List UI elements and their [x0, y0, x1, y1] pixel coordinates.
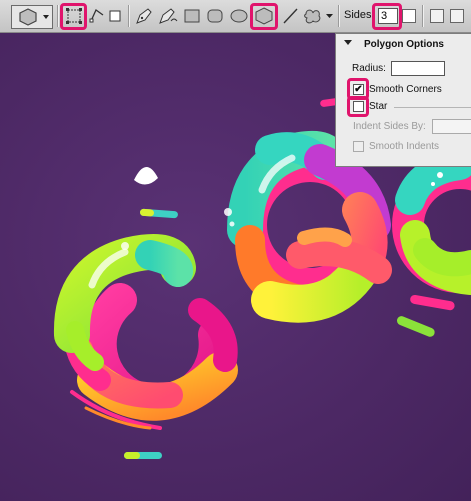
polygon-tool-highlight: [250, 3, 278, 30]
star-section-divider: [394, 107, 471, 108]
shape-layers-highlight: [60, 3, 87, 30]
dash-shape: [396, 316, 435, 337]
polygon-options-panel: Polygon Options Radius: ✔ Smooth Corners…: [335, 33, 471, 167]
sides-highlight: [372, 3, 402, 30]
star-label: Star: [369, 101, 388, 112]
smooth-indents-label: Smooth Indents: [369, 141, 440, 152]
paths-icon[interactable]: [87, 6, 107, 26]
sides-label: Sides:: [344, 9, 375, 21]
dash-shape: [410, 294, 455, 311]
radius-label: Radius:: [352, 63, 386, 74]
color-swatch[interactable]: [402, 9, 416, 23]
polygon-options-title: Polygon Options: [364, 39, 444, 50]
right-ring-shape: [392, 150, 471, 295]
white-triangle-shape: [134, 166, 158, 185]
middle-ring-shape: [224, 130, 392, 323]
combine-shape-button[interactable]: [430, 9, 444, 23]
options-toolbar: Sides: 3: [0, 0, 471, 33]
indent-sides-input[interactable]: [432, 119, 471, 134]
polygon-preset-icon: [19, 8, 37, 26]
freeform-pen-icon[interactable]: [157, 6, 179, 26]
tool-preset-picker[interactable]: [11, 5, 53, 29]
chevron-down-icon: [43, 15, 49, 19]
custom-shape-icon[interactable]: [302, 6, 324, 26]
toolbar-separator: [57, 5, 59, 27]
pen-icon[interactable]: [134, 6, 154, 26]
toolbar-separator: [422, 5, 424, 27]
left-ring-shape: [53, 234, 238, 421]
star-highlight: [347, 96, 369, 117]
shape-options-chevron-icon[interactable]: [325, 6, 335, 26]
toolbar-separator: [338, 5, 340, 27]
toolbar-separator: [128, 5, 130, 27]
rectangle-icon[interactable]: [183, 6, 201, 26]
line-icon[interactable]: [281, 6, 299, 26]
smooth-indents-checkbox[interactable]: [353, 141, 364, 152]
dash-shape: [140, 208, 154, 217]
indent-sides-label: Indent Sides By:: [353, 121, 426, 132]
fill-pixels-icon[interactable]: [107, 6, 123, 26]
subtract-shape-button[interactable]: [450, 9, 464, 23]
rounded-rectangle-icon[interactable]: [206, 6, 224, 26]
ellipse-icon[interactable]: [229, 6, 249, 26]
smooth-corners-label: Smooth Corners: [369, 84, 442, 95]
radius-input[interactable]: [391, 61, 445, 76]
dash-shape: [124, 452, 140, 459]
